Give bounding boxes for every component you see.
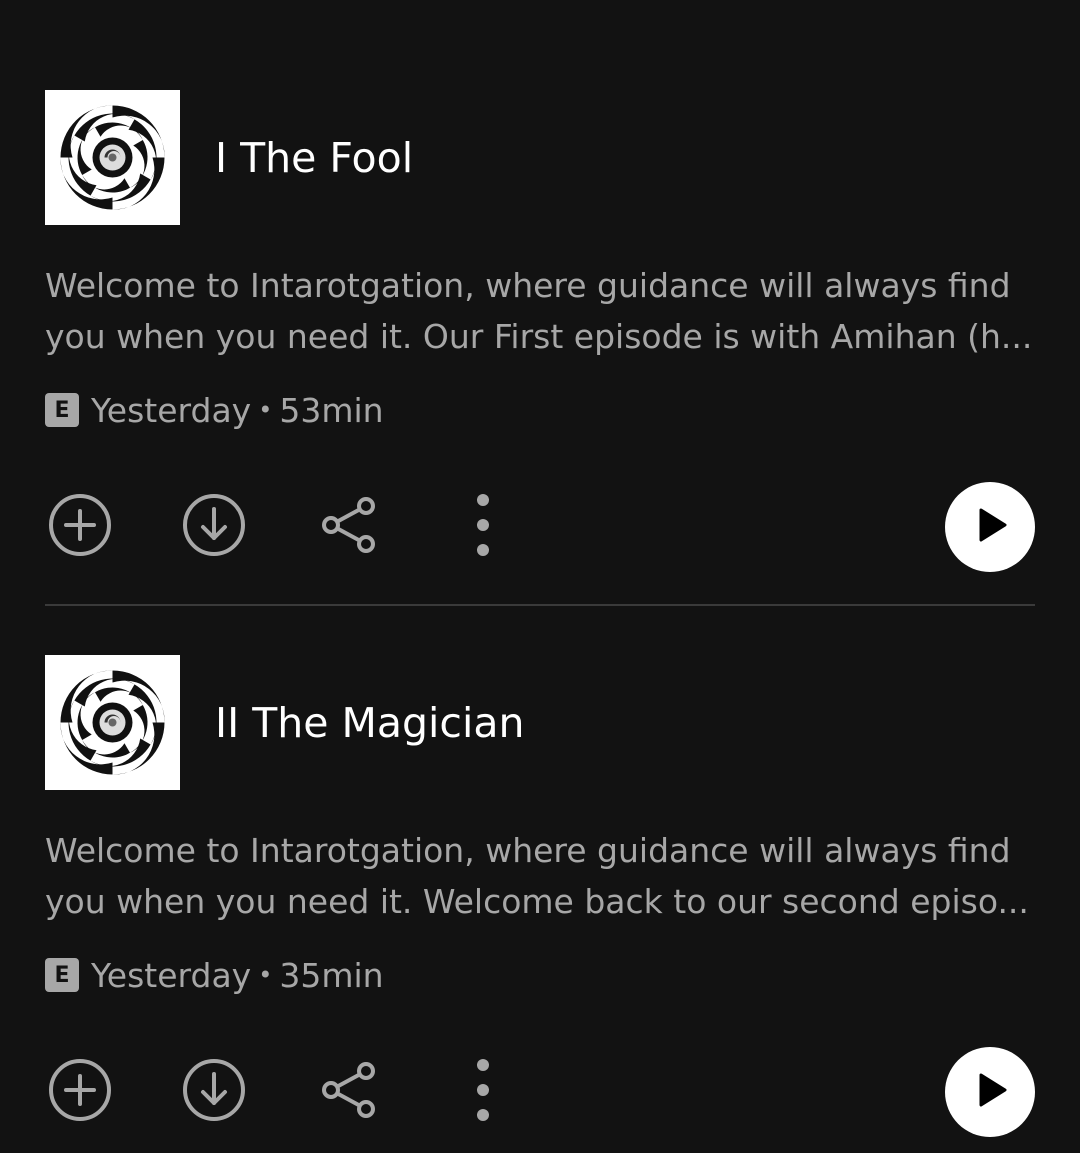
episode-description[interactable]: Welcome to Intarotgation, where guidance… bbox=[45, 825, 1035, 927]
explicit-badge: E bbox=[45, 958, 79, 992]
download-button[interactable] bbox=[179, 482, 249, 572]
episode-duration: 53min bbox=[279, 390, 384, 430]
download-circle-icon bbox=[181, 492, 247, 562]
meta-separator: • bbox=[258, 396, 273, 424]
episode-description-line: you when you need it. Our First episode … bbox=[45, 317, 1033, 356]
episode-cover-art bbox=[45, 655, 180, 790]
episode-actions bbox=[45, 1047, 1035, 1137]
explicit-badge: E bbox=[45, 393, 79, 427]
add-circle-icon bbox=[47, 1057, 113, 1127]
episode-description[interactable]: Welcome to Intarotgation, where guidance… bbox=[45, 260, 1035, 362]
play-icon bbox=[970, 505, 1010, 549]
episode-divider bbox=[45, 604, 1035, 606]
download-button[interactable] bbox=[179, 1047, 249, 1137]
episode-duration: 35min bbox=[279, 955, 384, 995]
episode-header: II The Magician bbox=[45, 655, 1035, 790]
episode-date: Yesterday bbox=[91, 955, 252, 995]
add-button[interactable] bbox=[45, 1047, 115, 1137]
more-options-button[interactable] bbox=[448, 482, 518, 572]
meta-separator: • bbox=[258, 961, 273, 989]
more-options-button[interactable] bbox=[448, 1047, 518, 1137]
episode-date: Yesterday bbox=[91, 390, 252, 430]
share-button[interactable] bbox=[313, 482, 383, 572]
play-button[interactable] bbox=[945, 482, 1035, 572]
share-icon bbox=[315, 1057, 381, 1127]
episode-header: I The Fool bbox=[45, 90, 1035, 225]
episode-title[interactable]: II The Magician bbox=[215, 698, 524, 748]
more-vertical-icon bbox=[473, 492, 493, 562]
download-circle-icon bbox=[181, 1057, 247, 1127]
episode-description-line: you when you need it. Welcome back to ou… bbox=[45, 882, 1029, 921]
episode-list: I The Fool Welcome to Intarotgation, whe… bbox=[0, 0, 1080, 1153]
more-vertical-icon bbox=[473, 1057, 493, 1127]
episode-cover-art bbox=[45, 90, 180, 225]
episode-title[interactable]: I The Fool bbox=[215, 133, 413, 183]
episode-meta: E Yesterday • 35min bbox=[45, 953, 384, 997]
share-button[interactable] bbox=[313, 1047, 383, 1137]
episode-meta: E Yesterday • 53min bbox=[45, 388, 384, 432]
add-button[interactable] bbox=[45, 482, 115, 572]
episode-description-line: Welcome to Intarotgation, where guidance… bbox=[45, 266, 1011, 305]
play-button[interactable] bbox=[945, 1047, 1035, 1137]
add-circle-icon bbox=[47, 492, 113, 562]
play-icon bbox=[970, 1070, 1010, 1114]
share-icon bbox=[315, 492, 381, 562]
episode-description-line: Welcome to Intarotgation, where guidance… bbox=[45, 831, 1011, 870]
episode-actions bbox=[45, 482, 1035, 572]
